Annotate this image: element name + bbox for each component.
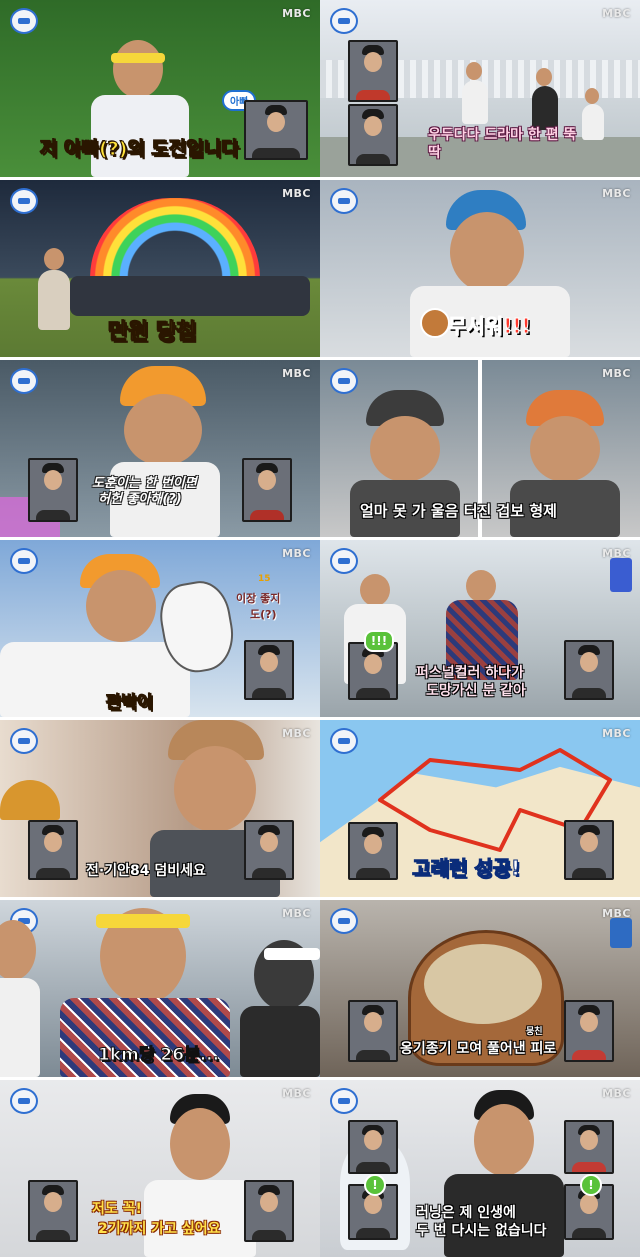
reaction-cam-left (28, 1180, 78, 1242)
mbc-logo: MBC (282, 547, 311, 560)
caption-line-1: 저도 꼭! (92, 1201, 142, 1217)
mbc-logo: MBC (282, 1087, 311, 1100)
panel-9: MBC 전·기안84 덤비세요 (0, 720, 320, 897)
helmet-person (110, 366, 220, 537)
mbc-logo: MBC (282, 7, 311, 20)
panel-8: MBC !!! 퍼스널컬러 하다가 도망가신 분 같아 (320, 540, 640, 717)
mbc-logo: MBC (282, 907, 311, 920)
show-logo-badge (10, 1088, 38, 1114)
caption: 전·기안84 덤비세요 (86, 863, 206, 879)
reaction-cam-left (348, 822, 398, 880)
exclamation-badge: !!! (364, 630, 394, 652)
reaction-cam-left (348, 1000, 398, 1062)
reaction-cam-bottom (348, 104, 398, 166)
caption: 판박이 (106, 693, 154, 714)
show-logo-badge (330, 728, 358, 754)
laughing-person (0, 554, 190, 717)
show-logo-badge (330, 1088, 358, 1114)
counter-number: 15 (258, 574, 271, 584)
caption: 옹기종기 모여 풀어낸 피로 (400, 1041, 557, 1057)
mbc-logo: MBC (602, 1087, 631, 1100)
reaction-cam-right (564, 1000, 614, 1062)
exclamation-icon-left: ! (364, 1174, 386, 1196)
panel-12: MBC 뭉친 옹기종기 모여 풀어낸 피로 (320, 900, 640, 1077)
reaction-cam-right (242, 458, 292, 522)
side-note-line-1: 이장 좋지 (236, 592, 281, 605)
show-logo-badge (10, 728, 38, 754)
runner-3 (580, 88, 606, 168)
caption: 무서워!!! (448, 314, 532, 339)
panel-13: MBC 저도 꼭! 2기까지 가고 싶어요 (0, 1080, 320, 1257)
mbc-logo: MBC (282, 367, 311, 380)
corner-thumbnail (610, 558, 632, 592)
sofa (70, 276, 310, 316)
exclamation-icon-right: ! (580, 1174, 602, 1196)
panel-14: MBC ! ! 러닝은 제 인생에 두 번 다시는 없습니다 (320, 1080, 640, 1257)
panel-6: MBC 얼마 못 가 울음 터진 겁보 형제 (320, 360, 640, 537)
panel-3: MBC 만원 당첨 (0, 180, 320, 357)
mbc-logo: MBC (602, 187, 631, 200)
reaction-cam-right-top (564, 1120, 614, 1174)
mbc-logo: MBC (282, 187, 311, 200)
mbc-logo: MBC (602, 7, 631, 20)
caption-line-2: 2기까지 가고 싶어요 (98, 1221, 221, 1237)
panel-7: MBC 15 이장 좋지 도(?) 판박이 (0, 540, 320, 717)
reaction-cam-right (564, 640, 614, 700)
panel-4: MBC 무서워!!! (320, 180, 640, 357)
caption-line-2: 두 번 다시는 없습니다 (416, 1223, 547, 1239)
caption-line-1: 퍼스널컬러 하다가 (416, 665, 524, 681)
reaction-cam-left (28, 820, 78, 880)
caption-line-2: 허헌 좋아해(?) (98, 492, 182, 507)
panel-5: MBC 도훈이는 한 번이면 허헌 좋아해(?) (0, 360, 320, 537)
side-note-line-2: 도(?) (250, 608, 277, 621)
caption-small: 뭉친 (526, 1027, 543, 1037)
caption: 얼마 못 가 울음 터진 겁보 형제 (360, 502, 557, 520)
reaction-cam (244, 640, 294, 700)
caption: 고래런 성공! (411, 856, 521, 881)
show-logo-badge (330, 8, 358, 34)
panel-11: MBC 1km당 26분... (0, 900, 320, 1077)
reaction-cam-right (244, 820, 294, 880)
reaction-cam-right (564, 820, 614, 880)
show-logo-badge (10, 188, 38, 214)
mbc-logo: MBC (602, 727, 631, 740)
panel-1: MBC 아빠 저 아빠(?)의 도전입니다 (0, 0, 320, 177)
reaction-cam-top (348, 40, 398, 102)
screenshot-grid: MBC 아빠 저 아빠(?)의 도전입니다 MBC 우두다다 드라마 한 편 뚝… (0, 0, 640, 1257)
caption: 우두다다 드라마 한 편 뚝딱 (428, 127, 577, 161)
mbc-logo: MBC (602, 367, 631, 380)
reaction-cam (244, 100, 308, 160)
reaction-cam-right (244, 1180, 294, 1242)
mbc-logo: MBC (282, 727, 311, 740)
show-logo-badge (10, 368, 38, 394)
reaction-cam-left (28, 458, 78, 522)
dog-icon (420, 308, 450, 338)
side-person-left (0, 920, 40, 1077)
show-logo-badge (330, 908, 358, 934)
host-standing (34, 248, 74, 357)
show-logo-badge (330, 548, 358, 574)
reaction-cam-left-top (348, 1120, 398, 1174)
side-person-right (240, 940, 320, 1077)
caption: 1km당 26분... (97, 1045, 220, 1066)
corner-thumbnail (610, 918, 632, 948)
caption: 저 아빠(?)의 도전입니다 (40, 138, 240, 161)
caption-line-1: 러닝은 제 인생에 (416, 1205, 516, 1221)
panel-10: MBC 고래런 성공! (320, 720, 640, 897)
caption: 만원 당첨 (108, 320, 198, 346)
show-logo-badge (10, 8, 38, 34)
caption-line-2: 도망가신 분 같아 (426, 683, 526, 699)
panel-2: MBC 우두다다 드라마 한 편 뚝딱 (320, 0, 640, 177)
show-logo-badge (330, 188, 358, 214)
